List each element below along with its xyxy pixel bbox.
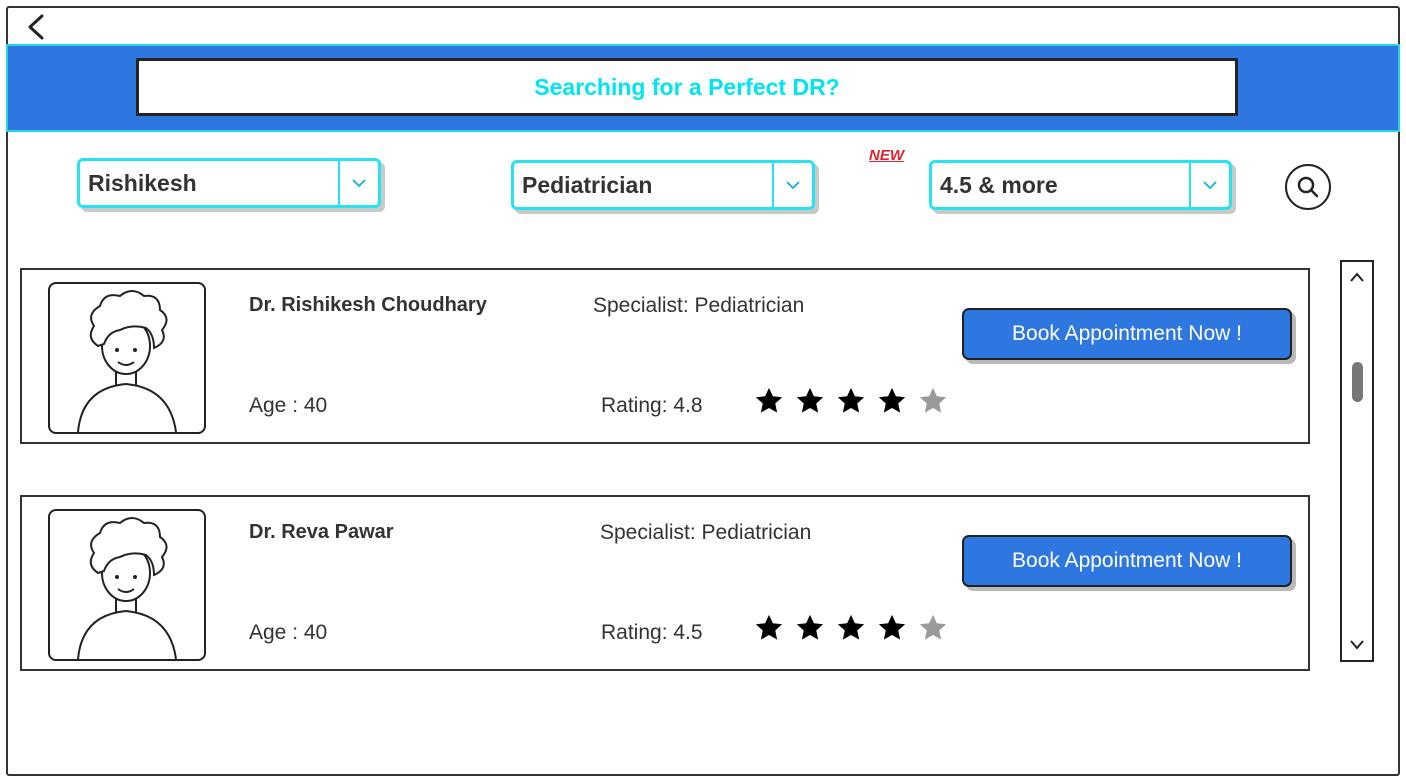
doctor-avatar xyxy=(48,282,206,434)
new-badge: NEW xyxy=(869,147,904,164)
banner-title-box: Searching for a Perfect DR? xyxy=(136,58,1238,116)
star-icon xyxy=(837,614,865,640)
star-icon xyxy=(755,614,783,640)
rating-stars xyxy=(754,613,948,643)
rating-dropdown[interactable]: 4.5 & more xyxy=(929,160,1232,210)
person-icon xyxy=(77,517,177,659)
star-icon xyxy=(796,387,824,413)
doctor-card: Dr. Reva Pawar Specialist: Pediatrician … xyxy=(20,495,1310,671)
doctor-avatar xyxy=(48,509,206,661)
chevron-down-icon xyxy=(338,161,378,205)
specialty-dropdown[interactable]: Pediatrician xyxy=(511,160,815,210)
back-button[interactable] xyxy=(24,12,50,42)
search-icon xyxy=(1297,176,1319,198)
scrollbar[interactable] xyxy=(1340,260,1374,662)
book-appointment-button[interactable]: Book Appointment Now ! xyxy=(962,308,1292,360)
scroll-down-button[interactable] xyxy=(1342,630,1372,660)
search-button[interactable] xyxy=(1285,164,1331,210)
header-banner: Searching for a Perfect DR? xyxy=(6,44,1400,132)
page-title: Searching for a Perfect DR? xyxy=(534,73,840,100)
star-icon xyxy=(837,387,865,413)
doctor-specialist: Specialist: Pediatrician xyxy=(600,521,812,544)
location-dropdown[interactable]: Rishikesh xyxy=(77,158,381,208)
doctor-rating: Rating: 4.5 xyxy=(601,621,703,644)
book-appointment-button[interactable]: Book Appointment Now ! xyxy=(962,535,1292,587)
chevron-up-icon xyxy=(1350,272,1364,282)
location-value: Rishikesh xyxy=(88,169,197,196)
doctor-age: Age : 40 xyxy=(249,394,328,417)
doctor-card: Dr. Rishikesh Choudhary Specialist: Pedi… xyxy=(20,268,1310,444)
star-icon xyxy=(878,387,906,413)
doctor-name: Dr. Rishikesh Choudhary xyxy=(249,294,487,316)
star-icon xyxy=(796,614,824,640)
specialty-value: Pediatrician xyxy=(522,171,653,198)
chevron-down-icon xyxy=(1350,640,1364,650)
doctor-name: Dr. Reva Pawar xyxy=(249,521,394,543)
scroll-thumb[interactable] xyxy=(1352,362,1363,402)
rating-filter-value: 4.5 & more xyxy=(940,171,1058,198)
doctor-rating: Rating: 4.8 xyxy=(601,394,703,417)
star-icon xyxy=(919,387,947,413)
doctor-age: Age : 40 xyxy=(249,621,328,644)
star-icon xyxy=(878,614,906,640)
person-icon xyxy=(77,290,177,432)
scroll-up-button[interactable] xyxy=(1342,262,1372,292)
chevron-left-icon xyxy=(28,14,44,40)
star-icon xyxy=(919,614,947,640)
doctor-specialist: Specialist: Pediatrician xyxy=(593,294,805,317)
chevron-down-icon xyxy=(1189,163,1229,207)
rating-stars xyxy=(754,386,948,416)
star-icon xyxy=(755,387,783,413)
chevron-down-icon xyxy=(772,163,812,207)
